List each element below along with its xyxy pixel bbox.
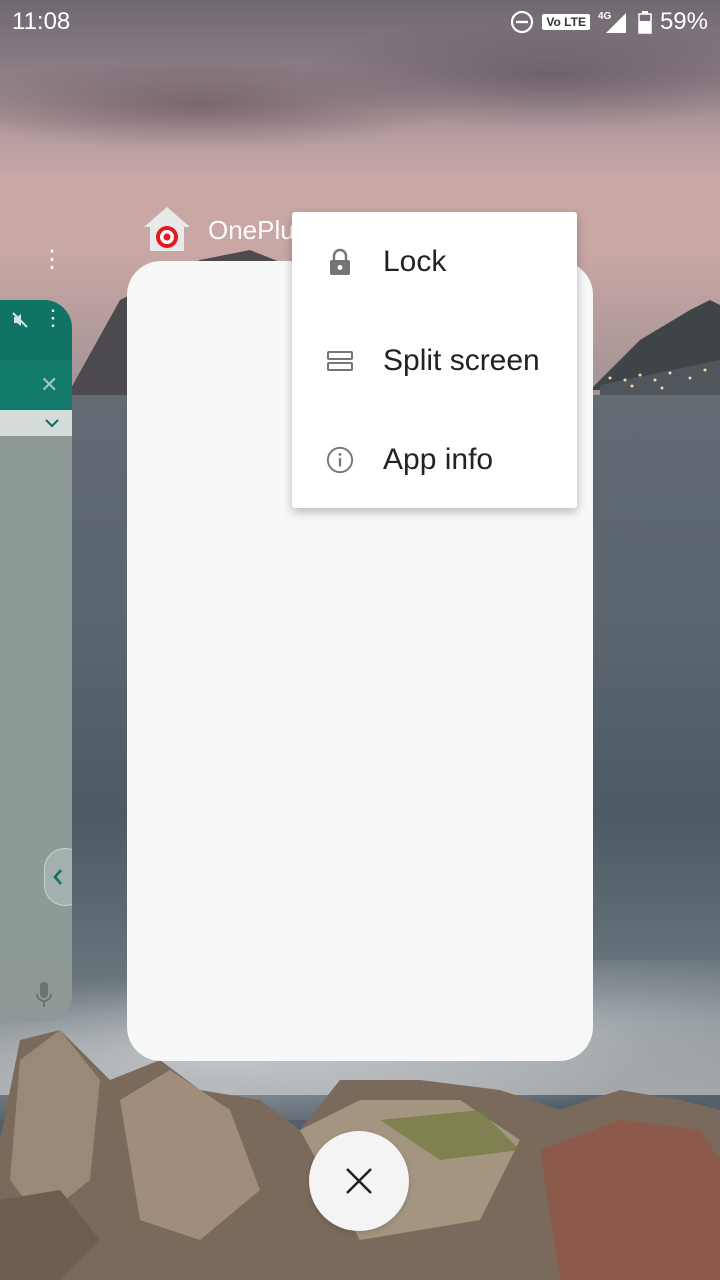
menu-item-label: Lock xyxy=(383,244,447,278)
status-time: 11:08 xyxy=(12,8,71,35)
chevron-down-icon xyxy=(45,419,59,428)
menu-item-label: Split screen xyxy=(383,343,540,377)
info-icon xyxy=(326,446,354,474)
chevron-left-icon xyxy=(53,869,62,885)
menu-item-lock[interactable]: Lock xyxy=(292,212,577,311)
app-name: OnePlu xyxy=(208,214,295,245)
home-target-icon xyxy=(142,205,192,255)
recent-app-card-left[interactable]: ⋮ ✕ xyxy=(0,300,72,1022)
mute-icon xyxy=(12,312,28,328)
menu-item-label: App info xyxy=(383,442,494,476)
clear-all-button[interactable] xyxy=(309,1131,409,1231)
card-left-strip xyxy=(0,410,72,436)
battery-percent: 59% xyxy=(659,8,708,35)
recent-app-context-menu: Lock Split screen App info xyxy=(292,212,577,508)
card-left-toolbar-2 xyxy=(0,360,72,410)
minus-circle-icon xyxy=(511,10,534,34)
close-icon: ✕ xyxy=(40,372,59,397)
split-screen-icon xyxy=(326,347,354,375)
menu-item-split-screen[interactable]: Split screen xyxy=(292,311,577,410)
lock-icon xyxy=(326,248,354,276)
svg-text:4G: 4G xyxy=(598,11,612,22)
recent-app-header[interactable]: OnePlu xyxy=(142,205,295,255)
close-icon xyxy=(346,1168,372,1194)
chat-background xyxy=(0,436,72,1022)
card-menu-dots-icon[interactable]: ⋮ xyxy=(40,248,64,272)
status-bar: 11:08 Vo LTE 4G 59% xyxy=(0,0,720,44)
status-icons: Vo LTE 4G 59% xyxy=(510,8,708,36)
more-vert-icon: ⋮ xyxy=(42,305,64,330)
expand-handle[interactable] xyxy=(44,848,72,906)
volte-badge: Vo LTE xyxy=(542,14,590,30)
menu-item-app-info[interactable]: App info xyxy=(292,410,577,509)
mic-icon xyxy=(36,982,52,1007)
battery-icon xyxy=(638,11,652,34)
signal-4g-icon: 4G xyxy=(598,11,626,33)
